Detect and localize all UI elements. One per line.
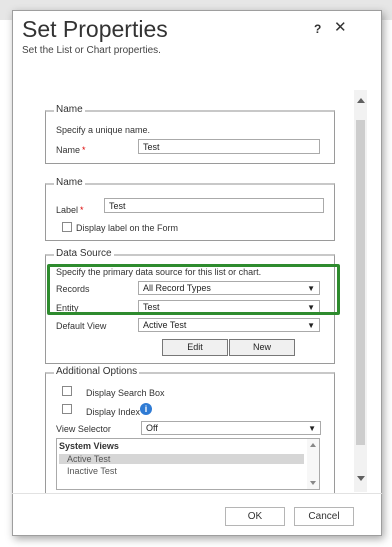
dialog-scrollbar[interactable] <box>354 90 367 492</box>
display-search-box-text: Display Search Box <box>86 388 165 398</box>
scroll-down-icon[interactable] <box>357 476 365 481</box>
name-section: Name <box>45 104 335 164</box>
ok-button[interactable]: OK <box>225 507 285 526</box>
edit-button[interactable]: Edit <box>162 339 228 356</box>
help-button[interactable]: ? <box>314 22 321 36</box>
display-label-text: Display label on the Form <box>76 223 179 233</box>
additional-options-title: Additional Options <box>54 366 140 377</box>
dialog-title: Set Properties <box>22 16 168 42</box>
cancel-button[interactable]: Cancel <box>294 507 354 526</box>
system-views-header: System Views <box>59 441 119 451</box>
list-item[interactable]: Active Test <box>59 454 304 464</box>
system-views-list[interactable]: System Views Active Test Inactive Test <box>56 438 320 490</box>
scroll-up-icon[interactable] <box>310 443 316 447</box>
scroll-down-icon[interactable] <box>310 481 316 485</box>
display-search-box-checkbox[interactable] <box>62 386 72 396</box>
data-source-section-title: Data Source <box>54 248 114 259</box>
default-view-select[interactable]: Active Test ▼ <box>138 318 320 332</box>
view-selector-value: Off <box>146 423 158 433</box>
chevron-down-icon: ▼ <box>308 424 316 433</box>
chevron-down-icon: ▼ <box>307 321 315 330</box>
required-mark: * <box>80 205 84 215</box>
new-button[interactable]: New <box>229 339 295 356</box>
display-index-checkbox[interactable] <box>62 404 72 414</box>
name-label-text: Name <box>56 145 81 155</box>
label-field[interactable]: Test <box>104 198 324 213</box>
name-field[interactable]: Test <box>138 139 320 154</box>
scrollbar-thumb[interactable] <box>356 120 365 445</box>
display-label-checkbox[interactable] <box>62 222 72 232</box>
label-label: Label * <box>56 205 84 215</box>
name-label: Name * <box>56 145 86 155</box>
records-entity-highlight <box>47 264 340 315</box>
name-section-title: Name <box>54 104 85 115</box>
label-section-title: Name <box>54 177 85 188</box>
display-index-text: Display Index <box>86 407 141 417</box>
name-description: Specify a unique name. <box>56 125 151 135</box>
label-label-text: Label <box>56 205 79 215</box>
scroll-up-icon[interactable] <box>357 98 365 103</box>
default-view-label: Default View <box>56 321 107 331</box>
required-mark: * <box>82 145 86 155</box>
footer-divider <box>12 493 382 494</box>
dialog-subtitle: Set the List or Chart properties. <box>22 45 161 56</box>
close-button[interactable]: ✕ <box>334 18 347 36</box>
list-scrollbar[interactable] <box>307 439 319 489</box>
view-selector-label: View Selector <box>56 424 111 434</box>
default-view-value: Active Test <box>143 320 187 330</box>
list-item[interactable]: Inactive Test <box>67 466 117 476</box>
view-selector-select[interactable]: Off ▼ <box>141 421 321 435</box>
info-icon[interactable]: i <box>140 403 152 415</box>
